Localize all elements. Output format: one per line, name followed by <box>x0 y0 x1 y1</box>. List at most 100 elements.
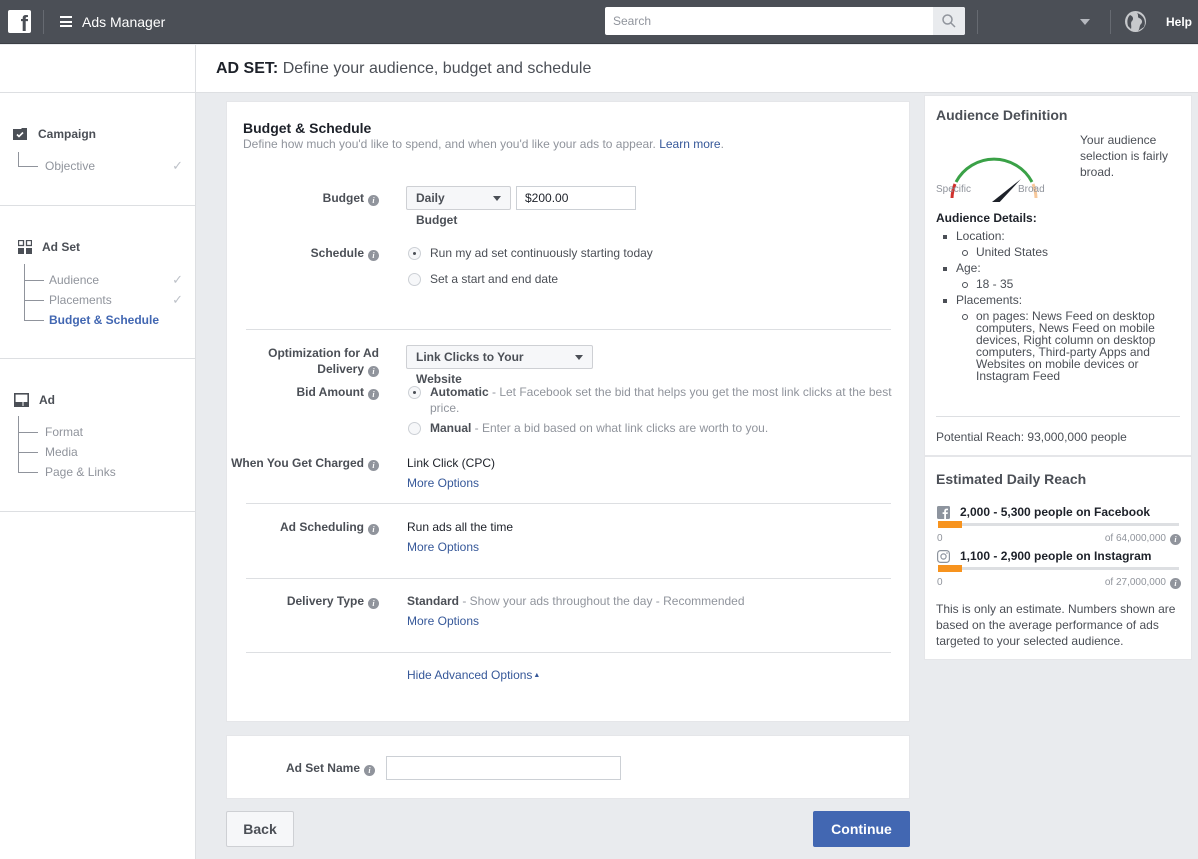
sidebar-item-label: Objective <box>45 159 96 173</box>
bid-option-automatic[interactable]: Automatic - Let Facebook set the bid tha… <box>408 384 892 416</box>
sidebar-item-budget-schedule[interactable]: Budget & Schedule <box>24 310 183 330</box>
globe-icon[interactable] <box>1125 11 1146 32</box>
sidebar-heading-ad-set[interactable]: Ad Set <box>17 239 81 254</box>
sidebar-item-page-links[interactable]: Page & Links <box>18 462 183 482</box>
hide-advanced-options-link[interactable]: Hide Advanced Options▲ <box>407 667 540 684</box>
divider <box>1110 10 1111 34</box>
reach-max-text: of 27,000,000 <box>1104 577 1166 588</box>
reach-bar-min: 0 <box>937 577 943 588</box>
info-icon[interactable]: i <box>368 598 379 609</box>
ad-scheduling-more-options-link[interactable]: More Options <box>407 539 479 555</box>
sidebar-heading-label: Ad Set <box>42 240 81 254</box>
reach-label: 1,100 - 2,900 people on Instagram <box>960 549 1152 563</box>
audience-description: Your audience selection is fairly broad. <box>1080 133 1169 179</box>
audience-details-list: Location: United States Age: 18 - 35 Pla… <box>936 230 1186 386</box>
estimated-daily-reach-panel: Estimated Daily Reach 2,000 - 5,300 peop… <box>924 456 1192 660</box>
schedule-option-continuous[interactable]: Run my ad set continuously starting toda… <box>408 245 653 261</box>
bid-option-manual[interactable]: Manual - Enter a bid based on what link … <box>408 420 892 436</box>
optimization-dropdown[interactable]: Link Clicks to Your Website <box>406 345 593 386</box>
sidebar-heading-ad[interactable]: Ad <box>14 393 55 407</box>
sidebar-item-objective[interactable]: Objective ✓ <box>18 152 183 176</box>
hamburger-menu-icon[interactable] <box>60 16 72 27</box>
search-input[interactable] <box>605 7 931 35</box>
facebook-logo-icon[interactable]: f <box>8 10 31 35</box>
sidebar-item-audience[interactable]: Audience ✓ <box>24 264 183 320</box>
detail-label: Placements: <box>956 293 1023 307</box>
detail-value: 18 - 35 <box>956 278 1186 290</box>
info-icon[interactable]: i <box>368 389 379 400</box>
grid-icon <box>17 239 33 254</box>
detail-label: Location: <box>956 229 1005 243</box>
tree-line <box>24 320 44 321</box>
bid-option-title: Automatic <box>430 385 489 399</box>
reach-bar-fill <box>938 565 963 572</box>
bid-amount-label: Bid Amount i <box>296 384 379 400</box>
delivery-type-more-options-link[interactable]: More Options <box>407 613 479 629</box>
bid-option-desc: - Let Facebook set the bid that helps yo… <box>430 385 892 415</box>
facebook-icon <box>937 506 950 519</box>
info-icon[interactable]: i <box>368 366 379 377</box>
reach-max-text: of 64,000,000 <box>1104 533 1166 544</box>
radio-button[interactable] <box>408 273 421 286</box>
divider <box>977 10 978 34</box>
tree-line <box>18 152 19 167</box>
budget-amount-input[interactable] <box>516 186 636 210</box>
radio-label: Run my ad set continuously starting toda… <box>430 246 653 260</box>
learn-more-link[interactable]: Learn more <box>659 137 720 151</box>
continue-button[interactable]: Continue <box>813 811 910 847</box>
gauge-needle <box>992 179 1021 206</box>
info-icon[interactable]: i <box>1170 578 1181 589</box>
info-icon[interactable]: i <box>368 460 379 471</box>
account-selector-dropdown[interactable] <box>990 7 1098 37</box>
tree-line <box>18 166 38 167</box>
audience-detail-location: Location: United States <box>936 230 1186 258</box>
delivery-type-label: Delivery Type i <box>287 593 379 609</box>
sidebar-item-placements[interactable]: Placements ✓ <box>24 290 183 310</box>
app-title[interactable]: Ads Manager <box>82 14 165 30</box>
ad-scheduling-label: Ad Scheduling i <box>280 519 379 535</box>
sidebar-heading-campaign[interactable]: Campaign <box>12 127 96 141</box>
charged-more-options-link[interactable]: More Options <box>407 475 479 491</box>
delivery-type-bold: Standard <box>407 594 460 608</box>
divider <box>246 652 891 653</box>
bid-option-title: Manual <box>430 421 472 435</box>
sidebar-item-format[interactable]: Format <box>18 416 183 472</box>
search-box <box>605 7 965 35</box>
search-button[interactable] <box>933 7 965 35</box>
budget-type-dropdown[interactable]: Daily Budget <box>406 186 511 227</box>
ad-set-name-input[interactable] <box>386 756 621 780</box>
top-navigation-bar: f Ads Manager Help <box>0 0 1198 44</box>
radio-button[interactable] <box>408 422 421 435</box>
sidebar-item-media[interactable]: Media <box>18 442 183 462</box>
info-icon[interactable]: i <box>364 765 375 776</box>
divider <box>43 10 44 34</box>
info-icon[interactable]: i <box>368 195 379 206</box>
sidebar-section-ad: Ad Format Media Page & Links <box>0 359 195 512</box>
info-icon[interactable]: i <box>368 250 379 261</box>
radio-button-selected[interactable] <box>408 386 421 399</box>
charged-label: When You Get Charged i <box>231 455 379 471</box>
info-icon[interactable]: i <box>1170 534 1181 545</box>
radio-button-selected[interactable] <box>408 247 421 260</box>
gauge-arc-balanced <box>954 157 1034 183</box>
help-link[interactable]: Help <box>1166 15 1192 29</box>
tree-line <box>24 300 44 301</box>
bid-amount-label-text: Bid Amount <box>296 385 364 399</box>
budget-label: Budget i <box>323 190 379 206</box>
back-button[interactable]: Back <box>226 811 294 847</box>
bid-option-desc: - Enter a bid based on what link clicks … <box>471 421 769 435</box>
optimization-label-line2: Delivery <box>317 362 364 376</box>
tree-line <box>18 472 38 473</box>
optimization-label-line1: Optimization for Ad <box>268 346 379 360</box>
sidebar-item-label: Placements <box>49 293 112 307</box>
schedule-option-start-end[interactable]: Set a start and end date <box>408 271 558 287</box>
sidebar-item-label: Budget & Schedule <box>49 313 160 327</box>
ad-scheduling-label-text: Ad Scheduling <box>280 520 364 534</box>
info-icon[interactable]: i <box>368 524 379 535</box>
audience-definition-panel: Audience Definition Specific Broad Your … <box>924 95 1192 456</box>
delivery-type-value: Standard - Show your ads throughout the … <box>407 593 745 609</box>
tree-line <box>24 280 44 281</box>
schedule-label: Schedule i <box>311 245 379 261</box>
budget-label-text: Budget <box>322 191 364 205</box>
divider <box>936 416 1180 417</box>
